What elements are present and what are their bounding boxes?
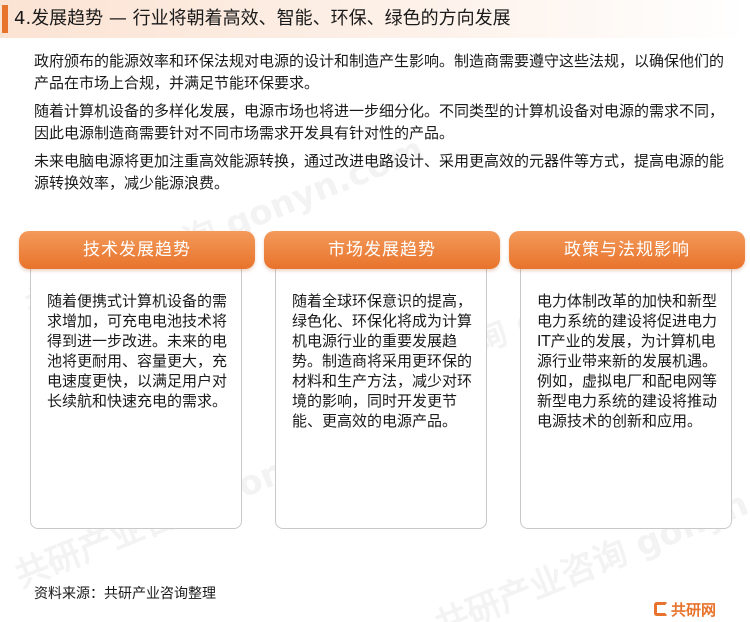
card-body: 随着便携式计算机设备的需求增加，可充电电池技术将得到进一步改进。未来的电池将更耐… <box>47 292 228 410</box>
intro-paragraph: 随着计算机设备的多样化发展，电源市场也将进一步细分化。不同类型的计算机设备对电源… <box>34 102 725 142</box>
card-body: 电力体制改革的加快和新型电力系统的建设将促进电力IT产业的发展，为计算机电源行业… <box>537 292 718 430</box>
card-tech-trend: 技术发展趋势 随着便携式计算机设备的需求增加，可充电电池技术将得到进一步改进。未… <box>19 231 255 529</box>
card-title: 技术发展趋势 <box>19 231 255 269</box>
page-title: 4.发展趋势 — 行业将朝着高效、智能、环保、绿色的方向发展 <box>14 8 511 29</box>
source-note: 资料来源：共研产业咨询整理 <box>34 586 216 602</box>
brand-logo: 共研网 <box>654 598 716 620</box>
header-bar: 4.发展趋势 — 行业将朝着高效、智能、环保、绿色的方向发展 <box>0 0 750 38</box>
intro-section: 政府颁布的能源效率和环保法规对电源的设计和制造产生影响。制造商需要遵守这些法规，… <box>34 50 734 200</box>
card-policy-impact: 政策与法规影响 电力体制改革的加快和新型电力系统的建设将促进电力IT产业的发展，… <box>509 231 745 529</box>
card-body: 随着全球环保意识的提高，绿色化、环保化将成为计算机电源行业的重要发展趋势。制造商… <box>292 292 473 430</box>
logo-text: 共研网 <box>671 600 717 619</box>
card-title: 政策与法规影响 <box>509 231 745 269</box>
intro-paragraph: 政府颁布的能源效率和环保法规对电源的设计和制造产生影响。制造商需要遵守这些法规，… <box>34 52 725 92</box>
card-title: 市场发展趋势 <box>264 231 500 269</box>
logo-icon <box>654 602 668 616</box>
card-market-trend: 市场发展趋势 随着全球环保意识的提高，绿色化、环保化将成为计算机电源行业的重要发… <box>264 231 500 529</box>
intro-paragraph: 未来电脑电源将更加注重高效能源转换，通过改进电路设计、采用更高效的元器件等方式，… <box>34 152 725 192</box>
header-accent-bar <box>2 5 8 33</box>
